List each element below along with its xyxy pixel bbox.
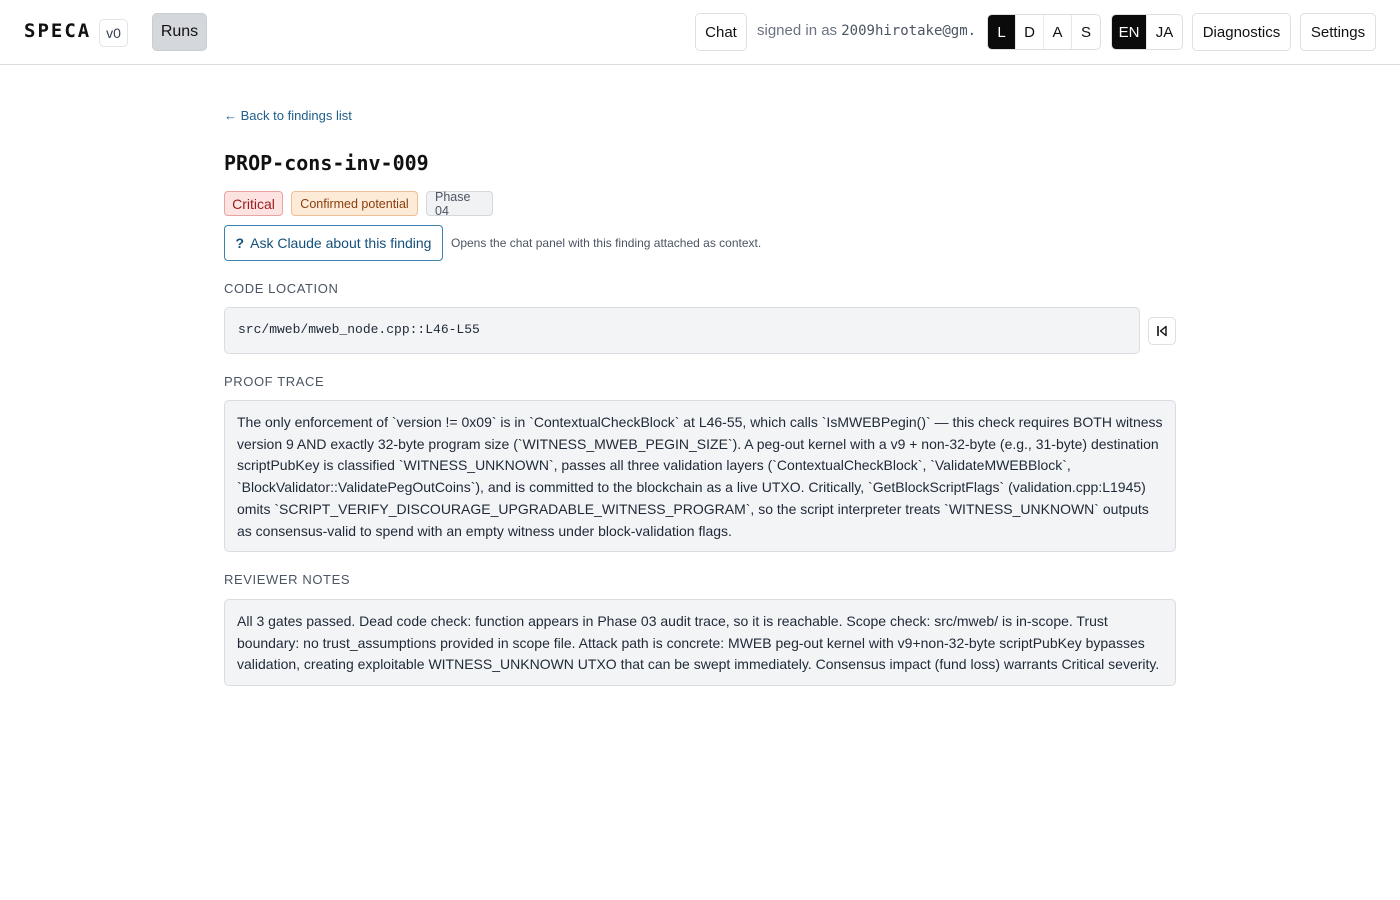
app-logo[interactable]: SPECA bbox=[24, 20, 91, 42]
severity-badge: Critical bbox=[224, 191, 283, 216]
ask-claude-hint: Opens the chat panel with this finding a… bbox=[451, 236, 762, 250]
diagnostics-button[interactable]: Diagnostics bbox=[1192, 13, 1291, 51]
code-location-heading: CODE LOCATION bbox=[224, 281, 339, 296]
page-title: PROP-cons-inv-009 bbox=[224, 151, 429, 175]
runs-nav-button[interactable]: Runs bbox=[152, 13, 207, 51]
theme-option-l[interactable]: L bbox=[988, 15, 1016, 49]
proof-trace-heading: PROOF TRACE bbox=[224, 374, 325, 389]
reviewer-notes-content: All 3 gates passed. Dead code check: fun… bbox=[224, 599, 1176, 686]
theme-option-d[interactable]: D bbox=[1016, 15, 1044, 49]
phase-badge: Phase 04 bbox=[426, 190, 493, 218]
top-navigation-bar: SPECA v0 Runs Chat signed in as 2009hiro… bbox=[0, 0, 1400, 65]
code-location-value: src/mweb/mweb_node.cpp::L46-L55 bbox=[224, 307, 1140, 354]
question-icon: ? bbox=[235, 235, 245, 251]
ask-claude-label: Ask Claude about this finding bbox=[250, 235, 432, 251]
theme-toggle-group: L D A S bbox=[987, 14, 1101, 50]
ask-claude-button[interactable]: ? Ask Claude about this finding bbox=[224, 225, 443, 261]
settings-button[interactable]: Settings bbox=[1300, 13, 1376, 51]
chat-button[interactable]: Chat bbox=[695, 13, 747, 51]
language-option-en[interactable]: EN bbox=[1112, 15, 1148, 49]
theme-option-a[interactable]: A bbox=[1044, 15, 1072, 49]
user-email: 2009hirotake@gm... bbox=[841, 23, 977, 39]
back-to-findings-link[interactable]: ← Back to findings list bbox=[224, 108, 352, 123]
status-badge: Confirmed potential bbox=[291, 191, 418, 216]
reviewer-notes-heading: REVIEWER NOTES bbox=[224, 572, 351, 587]
copy-icon bbox=[1157, 325, 1167, 337]
theme-option-s[interactable]: S bbox=[1072, 15, 1100, 49]
proof-trace-content: The only enforcement of `version != 0x09… bbox=[224, 400, 1176, 552]
language-option-ja[interactable]: JA bbox=[1147, 15, 1182, 49]
language-toggle-group: EN JA bbox=[1111, 14, 1183, 50]
signed-in-prefix: signed in as bbox=[757, 22, 838, 39]
signed-in-status: signed in as 2009hirotake@gm... bbox=[757, 22, 977, 42]
version-badge: v0 bbox=[99, 19, 128, 47]
copy-button[interactable] bbox=[1148, 317, 1176, 345]
